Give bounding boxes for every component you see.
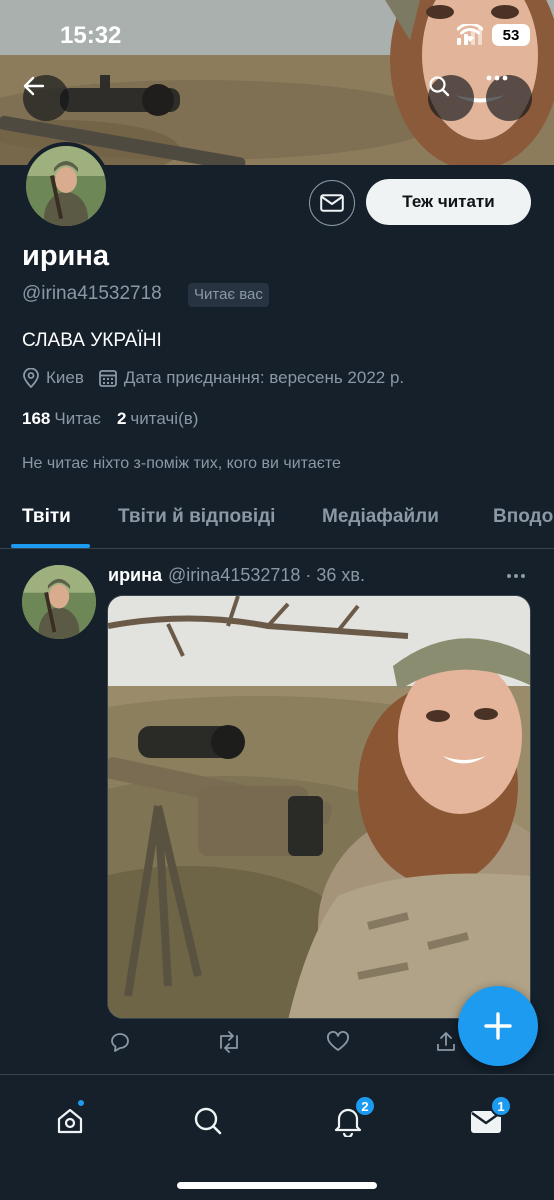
location-pin-icon <box>23 368 39 388</box>
heart-icon <box>327 1031 349 1051</box>
back-arrow-icon <box>23 76 45 96</box>
tweet-author-handle: @irina41532718 <box>168 565 301 585</box>
tab-likes[interactable]: Вподо <box>493 506 553 528</box>
tweet-media-image[interactable] <box>107 595 531 1019</box>
following-link[interactable]: 168 Читає <box>22 409 101 429</box>
following-count: 168 <box>22 409 51 428</box>
tab-tweets[interactable]: Твіти <box>22 506 71 528</box>
search-icon <box>194 1107 222 1135</box>
profile-handle: @irina41532718 <box>22 283 162 304</box>
nav-home[interactable] <box>50 1098 90 1141</box>
profile-meta: Киев Дата приєднання: вересень 2022 р. <box>22 368 404 388</box>
status-bar: 15:32 53 <box>0 0 554 72</box>
joined-text: Дата приєднання: вересень 2022 р. <box>123 368 405 387</box>
share-icon <box>437 1032 455 1051</box>
profile-location: Киев <box>22 368 84 388</box>
calendar-icon <box>98 370 117 387</box>
tweet-author-name[interactable]: ирина <box>108 565 162 585</box>
profile-display-name: ирина <box>22 240 110 272</box>
message-button[interactable] <box>309 180 355 226</box>
like-button[interactable] <box>326 1030 350 1059</box>
nav-messages[interactable]: 1 <box>466 1095 512 1141</box>
nav-notifications[interactable]: 2 <box>328 1095 376 1141</box>
status-icons: 53 <box>457 24 530 46</box>
tweet-header: ирина @irina41532718 · 36 хв. <box>108 565 365 586</box>
followers-count: 2 <box>116 409 127 428</box>
avatar-photo <box>26 146 106 226</box>
followers-link[interactable]: 2 читачі(в) <box>117 409 199 429</box>
active-tab-indicator <box>11 544 90 548</box>
retweet-button[interactable] <box>216 1030 242 1059</box>
envelope-icon <box>320 194 344 212</box>
profile-banner[interactable]: 15:32 53 <box>0 0 554 165</box>
profile-stats: 168 Читає 2 читачі(в) <box>22 409 198 429</box>
more-icon <box>507 574 525 578</box>
search-button[interactable] <box>428 75 474 121</box>
battery-indicator: 53 <box>492 24 530 46</box>
more-icon <box>486 75 508 81</box>
profile-screen: 15:32 53 Теж читати ирина @irina41532718… <box>0 0 554 1200</box>
messages-badge: 1 <box>490 1095 512 1117</box>
mutual-followers-note: Не читає ніхто з-поміж тих, кого ви чита… <box>22 455 341 472</box>
compose-tweet-button[interactable] <box>458 986 538 1066</box>
back-button[interactable] <box>23 75 69 121</box>
tweet-more-button[interactable] <box>506 566 526 584</box>
retweet-icon <box>220 1031 238 1053</box>
profile-joined: Дата приєднання: вересень 2022 р. <box>98 368 404 388</box>
tweet-photo <box>108 596 530 1018</box>
nav-explore[interactable] <box>188 1101 228 1141</box>
home-new-dot <box>76 1098 86 1108</box>
tweet-time: · 36 хв. <box>305 565 365 585</box>
followers-label: читачі(в) <box>130 409 199 428</box>
home-indicator <box>177 1182 377 1189</box>
status-time: 15:32 <box>60 22 122 49</box>
reply-button[interactable] <box>108 1030 132 1059</box>
profile-bio: СЛАВА УКРАЇНІ <box>22 330 162 351</box>
location-text: Киев <box>46 368 84 387</box>
follow-button[interactable]: Теж читати <box>366 179 531 225</box>
tweet-avatar-photo <box>22 565 96 639</box>
reply-icon <box>111 1033 129 1052</box>
search-icon <box>429 76 450 97</box>
plus-icon <box>484 1012 512 1040</box>
wifi-icon <box>457 24 483 42</box>
profile-avatar[interactable] <box>22 142 110 230</box>
profile-tabs: Твіти Твіти й відповіді Медіафайли Вподо <box>0 487 554 549</box>
tab-media[interactable]: Медіафайли <box>322 506 439 528</box>
notifications-badge: 2 <box>354 1095 376 1117</box>
home-icon <box>57 1108 83 1134</box>
following-label: Читає <box>54 409 101 428</box>
tweet-avatar[interactable] <box>22 565 96 639</box>
more-options-button[interactable] <box>486 75 532 121</box>
tab-tweets-replies[interactable]: Твіти й відповіді <box>118 506 275 528</box>
follows-you-badge: Читає вас <box>188 283 269 307</box>
share-button[interactable] <box>434 1030 458 1059</box>
bottom-navigation: 2 1 <box>0 1074 554 1200</box>
